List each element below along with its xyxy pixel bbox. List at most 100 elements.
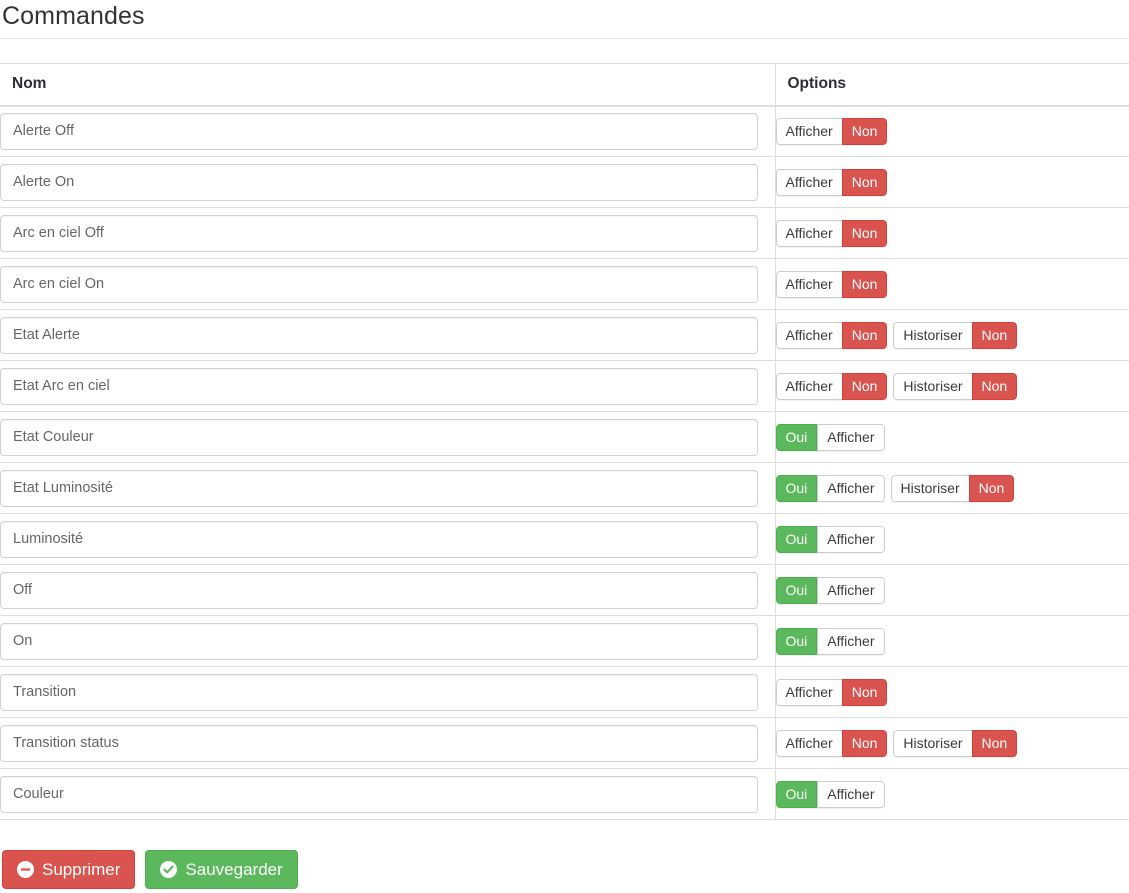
toggle-label[interactable]: Historiser: [890, 474, 969, 502]
cell-options: Afficher Non: [774, 105, 1129, 157]
cell-options: Afficher Non Historiser Non: [774, 309, 1129, 361]
toggle-group-afficher[interactable]: Oui Afficher: [775, 576, 885, 604]
toggle-group-historiser[interactable]: Historiser Non: [890, 474, 1015, 502]
command-name-input[interactable]: [0, 163, 758, 201]
toggle-label[interactable]: Afficher: [775, 117, 842, 145]
toggle-state-non[interactable]: Non: [841, 270, 888, 298]
toggle-group-afficher[interactable]: Afficher Non: [775, 321, 888, 349]
toggle-label[interactable]: Historiser: [893, 729, 972, 757]
toggle-label[interactable]: Afficher: [775, 321, 842, 349]
toggle-label[interactable]: Afficher: [817, 423, 885, 451]
toggle-label[interactable]: Afficher: [817, 627, 885, 655]
cell-options: Oui Afficher: [774, 411, 1129, 463]
command-name-input[interactable]: [0, 673, 758, 711]
cell-options: Oui Afficher Historiser Non: [774, 462, 1129, 514]
toggle-state-oui[interactable]: Oui: [775, 423, 818, 451]
table-row: OuiAfficher: [0, 768, 1129, 820]
check-circle-icon: [160, 861, 178, 878]
toggle-group-afficher[interactable]: Afficher Non: [775, 270, 888, 298]
page-title: Commandes: [2, 2, 145, 30]
toggle-label[interactable]: Afficher: [817, 474, 885, 502]
command-name-input[interactable]: [0, 571, 758, 609]
toggle-state-non[interactable]: Non: [971, 321, 1018, 349]
cell-name: [0, 768, 775, 820]
cell-name: [0, 258, 775, 310]
toggle-label[interactable]: Historiser: [893, 372, 972, 400]
cell-options: Afficher Non Historiser Non: [774, 717, 1129, 769]
toggle-label[interactable]: Afficher: [775, 372, 842, 400]
toggle-state-non[interactable]: Non: [841, 678, 888, 706]
toggle-label[interactable]: Afficher: [775, 270, 842, 298]
toggle-group-afficher[interactable]: Afficher Non: [775, 219, 888, 247]
toggle-group-historiser[interactable]: Historiser Non: [893, 372, 1018, 400]
toggle-state-non[interactable]: Non: [841, 219, 888, 247]
toggle-label[interactable]: Afficher: [817, 525, 885, 553]
toggle-label[interactable]: Afficher: [775, 219, 842, 247]
toggle-group-historiser[interactable]: Historiser Non: [893, 321, 1018, 349]
table-row: AfficherNon: [0, 258, 1129, 310]
command-name-input[interactable]: [0, 214, 758, 252]
toggle-state-oui[interactable]: Oui: [775, 627, 818, 655]
toggle-group-historiser[interactable]: Historiser Non: [893, 729, 1018, 757]
toggle-state-non[interactable]: Non: [971, 729, 1018, 757]
cell-name: [0, 156, 775, 208]
toggle-label[interactable]: Historiser: [893, 321, 972, 349]
toggle-state-non[interactable]: Non: [968, 474, 1015, 502]
command-name-input[interactable]: [0, 367, 758, 405]
toggle-group-afficher[interactable]: Oui Afficher: [775, 525, 885, 553]
toggle-label[interactable]: Afficher: [817, 576, 885, 604]
cell-options: Oui Afficher: [774, 615, 1129, 667]
toggle-state-oui[interactable]: Oui: [775, 576, 818, 604]
command-name-input[interactable]: [0, 112, 758, 150]
toggle-state-non[interactable]: Non: [841, 168, 888, 196]
toggle-label[interactable]: Afficher: [775, 168, 842, 196]
toggle-state-oui[interactable]: Oui: [775, 525, 818, 553]
toggle-group-afficher[interactable]: Afficher Non: [775, 372, 888, 400]
cell-name: [0, 717, 775, 769]
toggle-group-afficher[interactable]: Oui Afficher: [775, 474, 885, 502]
table-row: OuiAfficher: [0, 615, 1129, 667]
command-name-input[interactable]: [0, 265, 758, 303]
toggle-state-oui[interactable]: Oui: [775, 474, 818, 502]
toggle-group-afficher[interactable]: Oui Afficher: [775, 423, 885, 451]
cell-name: [0, 360, 775, 412]
toggle-state-oui[interactable]: Oui: [775, 780, 818, 808]
command-name-input[interactable]: [0, 775, 758, 813]
option-toggle-groups: Oui Afficher: [775, 780, 1129, 808]
cell-name: [0, 666, 775, 718]
delete-button[interactable]: Supprimer: [2, 850, 136, 889]
cell-options: Afficher Non: [774, 156, 1129, 208]
toggle-group-afficher[interactable]: Oui Afficher: [775, 627, 885, 655]
option-toggle-groups: Afficher Non: [775, 270, 1129, 298]
delete-button-label: Supprimer: [42, 860, 121, 879]
toggle-label[interactable]: Afficher: [775, 729, 842, 757]
table-row: AfficherNonHistoriserNon: [0, 717, 1129, 769]
command-name-input[interactable]: [0, 724, 758, 762]
cell-name: [0, 105, 775, 157]
toggle-group-afficher[interactable]: Afficher Non: [775, 168, 888, 196]
toggle-label[interactable]: Afficher: [817, 780, 885, 808]
command-name-input[interactable]: [0, 316, 758, 354]
toggle-group-afficher[interactable]: Afficher Non: [775, 729, 888, 757]
cell-name: [0, 309, 775, 361]
toggle-state-non[interactable]: Non: [971, 372, 1018, 400]
command-name-input[interactable]: [0, 418, 758, 456]
cell-name: [0, 462, 775, 514]
command-name-input[interactable]: [0, 520, 758, 558]
toggle-label[interactable]: Afficher: [775, 678, 842, 706]
toggle-group-afficher[interactable]: Afficher Non: [775, 117, 888, 145]
toggle-state-non[interactable]: Non: [841, 117, 888, 145]
command-name-input[interactable]: [0, 622, 758, 660]
toggle-state-non[interactable]: Non: [841, 372, 888, 400]
minus-circle-icon: [17, 861, 34, 878]
table-row: AfficherNon: [0, 105, 1129, 157]
toggle-group-afficher[interactable]: Oui Afficher: [775, 780, 885, 808]
toggle-state-non[interactable]: Non: [841, 729, 888, 757]
option-toggle-groups: Afficher Non Historiser Non: [775, 729, 1129, 757]
toggle-group-afficher[interactable]: Afficher Non: [775, 678, 888, 706]
cell-options: Afficher Non Historiser Non: [774, 360, 1129, 412]
save-button[interactable]: Sauvegarder: [145, 850, 298, 889]
command-name-input[interactable]: [0, 469, 758, 507]
toggle-state-non[interactable]: Non: [841, 321, 888, 349]
commands-table-container: Nom Options AfficherNonAfficherNonAffich…: [0, 39, 1129, 820]
